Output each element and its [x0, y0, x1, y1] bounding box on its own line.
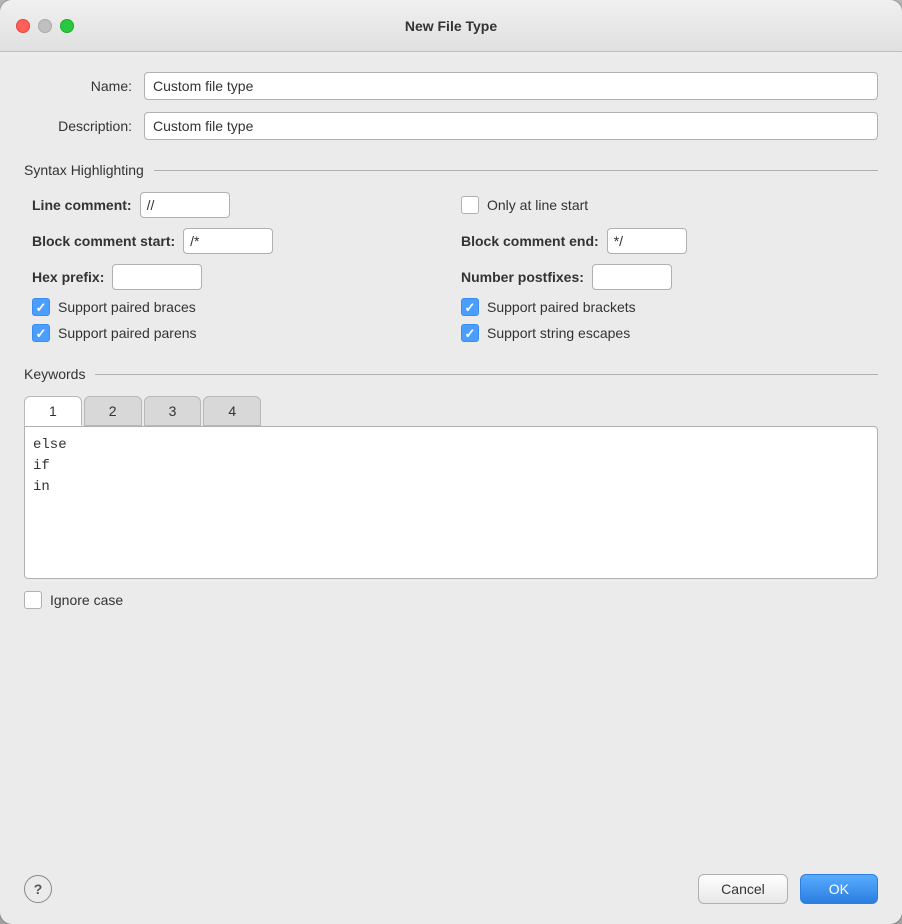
help-button[interactable]: ? — [24, 875, 52, 903]
dialog-window: New File Type Name: Description: Syntax … — [0, 0, 902, 924]
syntax-grid: Line comment: Only at line start Block c… — [24, 192, 878, 290]
number-postfixes-input[interactable] — [592, 264, 672, 290]
block-comment-start-row: Block comment start: — [32, 228, 441, 254]
syntax-highlighting-label: Syntax Highlighting — [24, 162, 154, 178]
support-brackets-row: Support paired brackets — [461, 298, 870, 316]
block-comment-start-label: Block comment start: — [32, 233, 175, 249]
support-parens-checkbox[interactable] — [32, 324, 50, 342]
support-escapes-row: Support string escapes — [461, 324, 870, 342]
ignore-case-checkbox[interactable] — [24, 591, 42, 609]
tab-1[interactable]: 1 — [24, 396, 82, 426]
syntax-highlighting-divider: Syntax Highlighting — [24, 162, 878, 178]
keywords-tabs: 1 2 3 4 — [24, 396, 878, 426]
ignore-case-label: Ignore case — [50, 592, 123, 608]
keywords-textarea[interactable]: else if in — [33, 435, 869, 565]
keywords-label: Keywords — [24, 366, 95, 382]
maximize-button[interactable] — [60, 19, 74, 33]
support-parens-label: Support paired parens — [58, 325, 197, 341]
only-at-line-start-checkbox[interactable] — [461, 196, 479, 214]
block-comment-start-input[interactable] — [183, 228, 273, 254]
block-comment-end-row: Block comment end: — [461, 228, 870, 254]
dialog-title: New File Type — [405, 18, 497, 34]
cancel-button[interactable]: Cancel — [698, 874, 788, 904]
support-parens-row: Support paired parens — [32, 324, 441, 342]
hex-prefix-label: Hex prefix: — [32, 269, 104, 285]
description-row: Description: — [24, 112, 878, 140]
title-bar: New File Type — [0, 0, 902, 52]
keywords-divider: Keywords — [24, 366, 878, 382]
support-brackets-checkbox[interactable] — [461, 298, 479, 316]
keywords-section: Keywords 1 2 3 4 else if in — [24, 356, 878, 579]
dialog-content: Name: Description: Syntax Highlighting L… — [0, 52, 902, 860]
minimize-button[interactable] — [38, 19, 52, 33]
support-escapes-checkbox[interactable] — [461, 324, 479, 342]
support-escapes-label: Support string escapes — [487, 325, 630, 341]
keywords-textarea-wrapper: else if in — [24, 426, 878, 579]
number-postfixes-label: Number postfixes: — [461, 269, 584, 285]
support-brackets-label: Support paired brackets — [487, 299, 636, 315]
support-braces-checkbox[interactable] — [32, 298, 50, 316]
traffic-lights — [16, 19, 74, 33]
ok-button[interactable]: OK — [800, 874, 878, 904]
name-row: Name: — [24, 72, 878, 100]
only-at-line-start-row: Only at line start — [461, 192, 870, 218]
block-comment-end-input[interactable] — [607, 228, 687, 254]
close-button[interactable] — [16, 19, 30, 33]
number-postfixes-row: Number postfixes: — [461, 264, 870, 290]
tab-3[interactable]: 3 — [144, 396, 202, 426]
line-comment-row: Line comment: — [32, 192, 441, 218]
only-at-line-start-label: Only at line start — [487, 197, 588, 213]
hex-prefix-row: Hex prefix: — [32, 264, 441, 290]
name-input[interactable] — [144, 72, 878, 100]
tab-2[interactable]: 2 — [84, 396, 142, 426]
footer-buttons: Cancel OK — [698, 874, 878, 904]
name-label: Name: — [24, 78, 144, 94]
tab-4[interactable]: 4 — [203, 396, 261, 426]
ignore-case-row: Ignore case — [24, 591, 878, 609]
line-comment-input[interactable] — [140, 192, 230, 218]
keywords-divider-line — [95, 374, 878, 375]
description-label: Description: — [24, 118, 144, 134]
block-comment-end-label: Block comment end: — [461, 233, 599, 249]
divider-line — [154, 170, 878, 171]
checkboxes-grid: Support paired braces Support paired bra… — [24, 290, 878, 342]
line-comment-label: Line comment: — [32, 197, 132, 213]
dialog-footer: ? Cancel OK — [0, 860, 902, 924]
support-braces-row: Support paired braces — [32, 298, 441, 316]
hex-prefix-input[interactable] — [112, 264, 202, 290]
description-input[interactable] — [144, 112, 878, 140]
support-braces-label: Support paired braces — [58, 299, 196, 315]
